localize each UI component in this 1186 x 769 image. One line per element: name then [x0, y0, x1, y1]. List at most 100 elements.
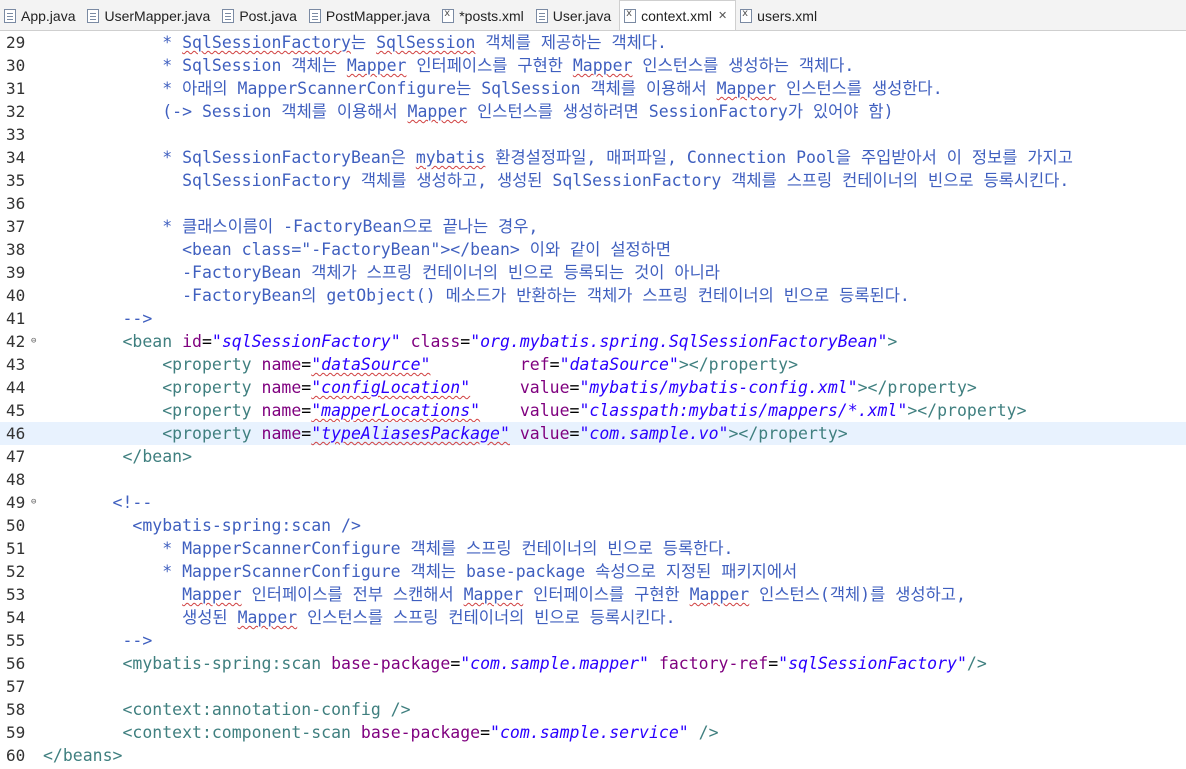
tab-users-xml[interactable]: users.xml [736, 2, 825, 30]
line-number: 52 [6, 562, 26, 581]
line-number: 57 [6, 677, 26, 696]
code-token: 는 [350, 33, 377, 52]
code-line[interactable]: 59 <context:component-scan base-package=… [0, 721, 1186, 744]
code-token: "com.sample.service" [490, 723, 689, 742]
code-token: 인스턴스(객체)를 생성하고, [749, 585, 966, 604]
code-text: <bean id="sqlSessionFactory" class="org.… [43, 330, 897, 353]
code-token: ref [519, 355, 550, 374]
code-token: class [410, 332, 461, 351]
code-text: (-> Session 객체를 이용해서 Mapper 인스턴스를 생성하려면 … [43, 100, 894, 123]
code-text: --> [43, 307, 152, 330]
code-line[interactable]: 45 <property name="mapperLocations" valu… [0, 399, 1186, 422]
code-token: * 클래스이름이 -FactoryBean으로 끝나는 경우, [43, 217, 539, 236]
tab-posts-xml[interactable]: *posts.xml [438, 2, 532, 30]
code-token: -FactoryBean의 getObject() 메소드가 반환하는 객체가 … [43, 286, 910, 305]
code-token: = [549, 355, 560, 374]
code-line[interactable]: 50 <mybatis-spring:scan /> [0, 514, 1186, 537]
line-number: 37 [6, 217, 26, 236]
code-token: * SqlSession 객체는 [43, 56, 347, 75]
code-token: ></property> [907, 401, 1027, 420]
code-line[interactable]: 48 [0, 468, 1186, 491]
code-line[interactable]: 52 * MapperScannerConfigure 객체는 base-pac… [0, 560, 1186, 583]
code-token: mybatis [415, 148, 486, 167]
java-file-icon [4, 9, 16, 23]
code-line[interactable]: 42 ⊖ <bean id="sqlSessionFactory" class="… [0, 330, 1186, 353]
tab-user-java[interactable]: User.java [532, 2, 619, 30]
code-token: = [569, 378, 580, 397]
code-line[interactable]: 46 <property name="typeAliasesPackage" v… [0, 422, 1186, 445]
code-token: /> [688, 723, 719, 742]
code-token: * MapperScannerConfigure 객체를 스프링 컨테이너의 빈… [43, 539, 734, 558]
code-line[interactable]: 40 -FactoryBean의 getObject() 메소드가 반환하는 객… [0, 284, 1186, 307]
code-text: SqlSessionFactory 객체를 생성하고, 생성된 SqlSessi… [43, 169, 1069, 192]
line-number: 58 [6, 700, 26, 719]
code-line[interactable]: 47 </bean> [0, 445, 1186, 468]
code-token: (-> Session 객체를 이용해서 [43, 102, 408, 121]
fold-toggle-icon[interactable]: ⊖ [31, 491, 36, 514]
code-token: 생성된 [43, 608, 238, 627]
code-line[interactable]: 38 <bean class="-FactoryBean"></bean> 이와… [0, 238, 1186, 261]
tab-postmapper-java[interactable]: PostMapper.java [305, 2, 438, 30]
code-text: --> [43, 629, 152, 652]
tab-app-java[interactable]: App.java [0, 2, 83, 30]
code-text: <context:component-scan base-package="co… [43, 721, 719, 744]
code-text: <property name="typeAliasesPackage" valu… [43, 422, 848, 445]
code-line[interactable]: 54 생성된 Mapper 인스턴스를 스프링 컨테이너의 빈으로 등록시킨다. [0, 606, 1186, 629]
code-line[interactable]: 58 <context:annotation-config /> [0, 698, 1186, 721]
code-token: "com.sample.vo" [579, 424, 729, 443]
code-token: <property [43, 378, 262, 397]
code-text: * SqlSessionFactoryBean은 mybatis 환경설정파일,… [43, 146, 1073, 169]
line-number: 47 [6, 447, 26, 466]
code-line[interactable]: 36 [0, 192, 1186, 215]
code-token: base-package [360, 723, 481, 742]
code-line[interactable]: 32 (-> Session 객체를 이용해서 Mapper 인스턴스를 생성하… [0, 100, 1186, 123]
code-line[interactable]: 34 * SqlSessionFactoryBean은 mybatis 환경설정… [0, 146, 1186, 169]
fold-toggle-icon[interactable]: ⊖ [31, 330, 36, 353]
code-editor[interactable]: 29 * SqlSessionFactory는 SqlSession 객체를 제… [0, 31, 1186, 769]
code-line[interactable]: 56 <mybatis-spring:scan base-package="co… [0, 652, 1186, 675]
java-file-icon [222, 9, 235, 23]
code-line[interactable]: 49 ⊖ <!-- [0, 491, 1186, 514]
tab-usermapper-java[interactable]: UserMapper.java [83, 2, 218, 30]
tab-context-xml[interactable]: context.xml ✕ [619, 0, 737, 30]
line-number: 44 [6, 378, 26, 397]
code-token: "sqlSessionFactory" [211, 332, 401, 351]
code-token: ></property> [678, 355, 799, 374]
line-number: 46 [6, 424, 26, 443]
code-token: id [182, 332, 202, 351]
code-line[interactable]: 35 SqlSessionFactory 객체를 생성하고, 생성된 SqlSe… [0, 169, 1186, 192]
tab-post-java[interactable]: Post.java [218, 2, 305, 30]
code-line[interactable]: 41 --> [0, 307, 1186, 330]
code-line[interactable]: 44 <property name="configLocation" value… [0, 376, 1186, 399]
code-token: "com.sample.mapper" [460, 654, 649, 673]
code-line[interactable]: 53 Mapper 인터페이스를 전부 스캔해서 Mapper 인터페이스를 구… [0, 583, 1186, 606]
code-token: "mapperLocations" [311, 401, 481, 420]
code-line[interactable]: 33 [0, 123, 1186, 146]
code-line[interactable]: 55 --> [0, 629, 1186, 652]
tab-label: *posts.xml [459, 8, 524, 24]
code-token: </bean> [43, 447, 193, 466]
code-line[interactable]: 30 * SqlSession 객체는 Mapper 인터페이스를 구현한 Ma… [0, 54, 1186, 77]
code-line[interactable]: 43 <property name="dataSource" ref="data… [0, 353, 1186, 376]
code-token: 인스턴스를 생성하려면 SessionFactory가 있어야 함) [467, 102, 894, 121]
code-line[interactable]: 57 [0, 675, 1186, 698]
close-icon[interactable]: ✕ [718, 9, 727, 22]
code-token: Mapper [716, 79, 777, 98]
code-line[interactable]: 39 -FactoryBean 객체가 스프링 컨테이너의 빈으로 등록되는 것… [0, 261, 1186, 284]
code-text: </bean> [43, 445, 192, 468]
code-token: = [768, 654, 779, 673]
code-token: 인터페이스를 구현한 [406, 56, 573, 75]
code-token: value [519, 401, 570, 420]
tab-label: context.xml [641, 7, 712, 24]
code-text: Mapper 인터페이스를 전부 스캔해서 Mapper 인터페이스를 구현한 … [43, 583, 966, 606]
code-line[interactable]: 31 * 아래의 MapperScannerConfigure는 SqlSess… [0, 77, 1186, 100]
code-line[interactable]: 60 </beans> [0, 744, 1186, 767]
code-token: * MapperScannerConfigure 객체는 base-packag… [43, 562, 798, 581]
code-line[interactable]: 37 * 클래스이름이 -FactoryBean으로 끝나는 경우, [0, 215, 1186, 238]
code-line[interactable]: 51 * MapperScannerConfigure 객체를 스프링 컨테이너… [0, 537, 1186, 560]
line-number: 43 [6, 355, 26, 374]
code-token: SqlSession [376, 33, 476, 52]
code-line[interactable]: 29 * SqlSessionFactory는 SqlSession 객체를 제… [0, 31, 1186, 54]
code-text: <!-- [43, 491, 153, 514]
